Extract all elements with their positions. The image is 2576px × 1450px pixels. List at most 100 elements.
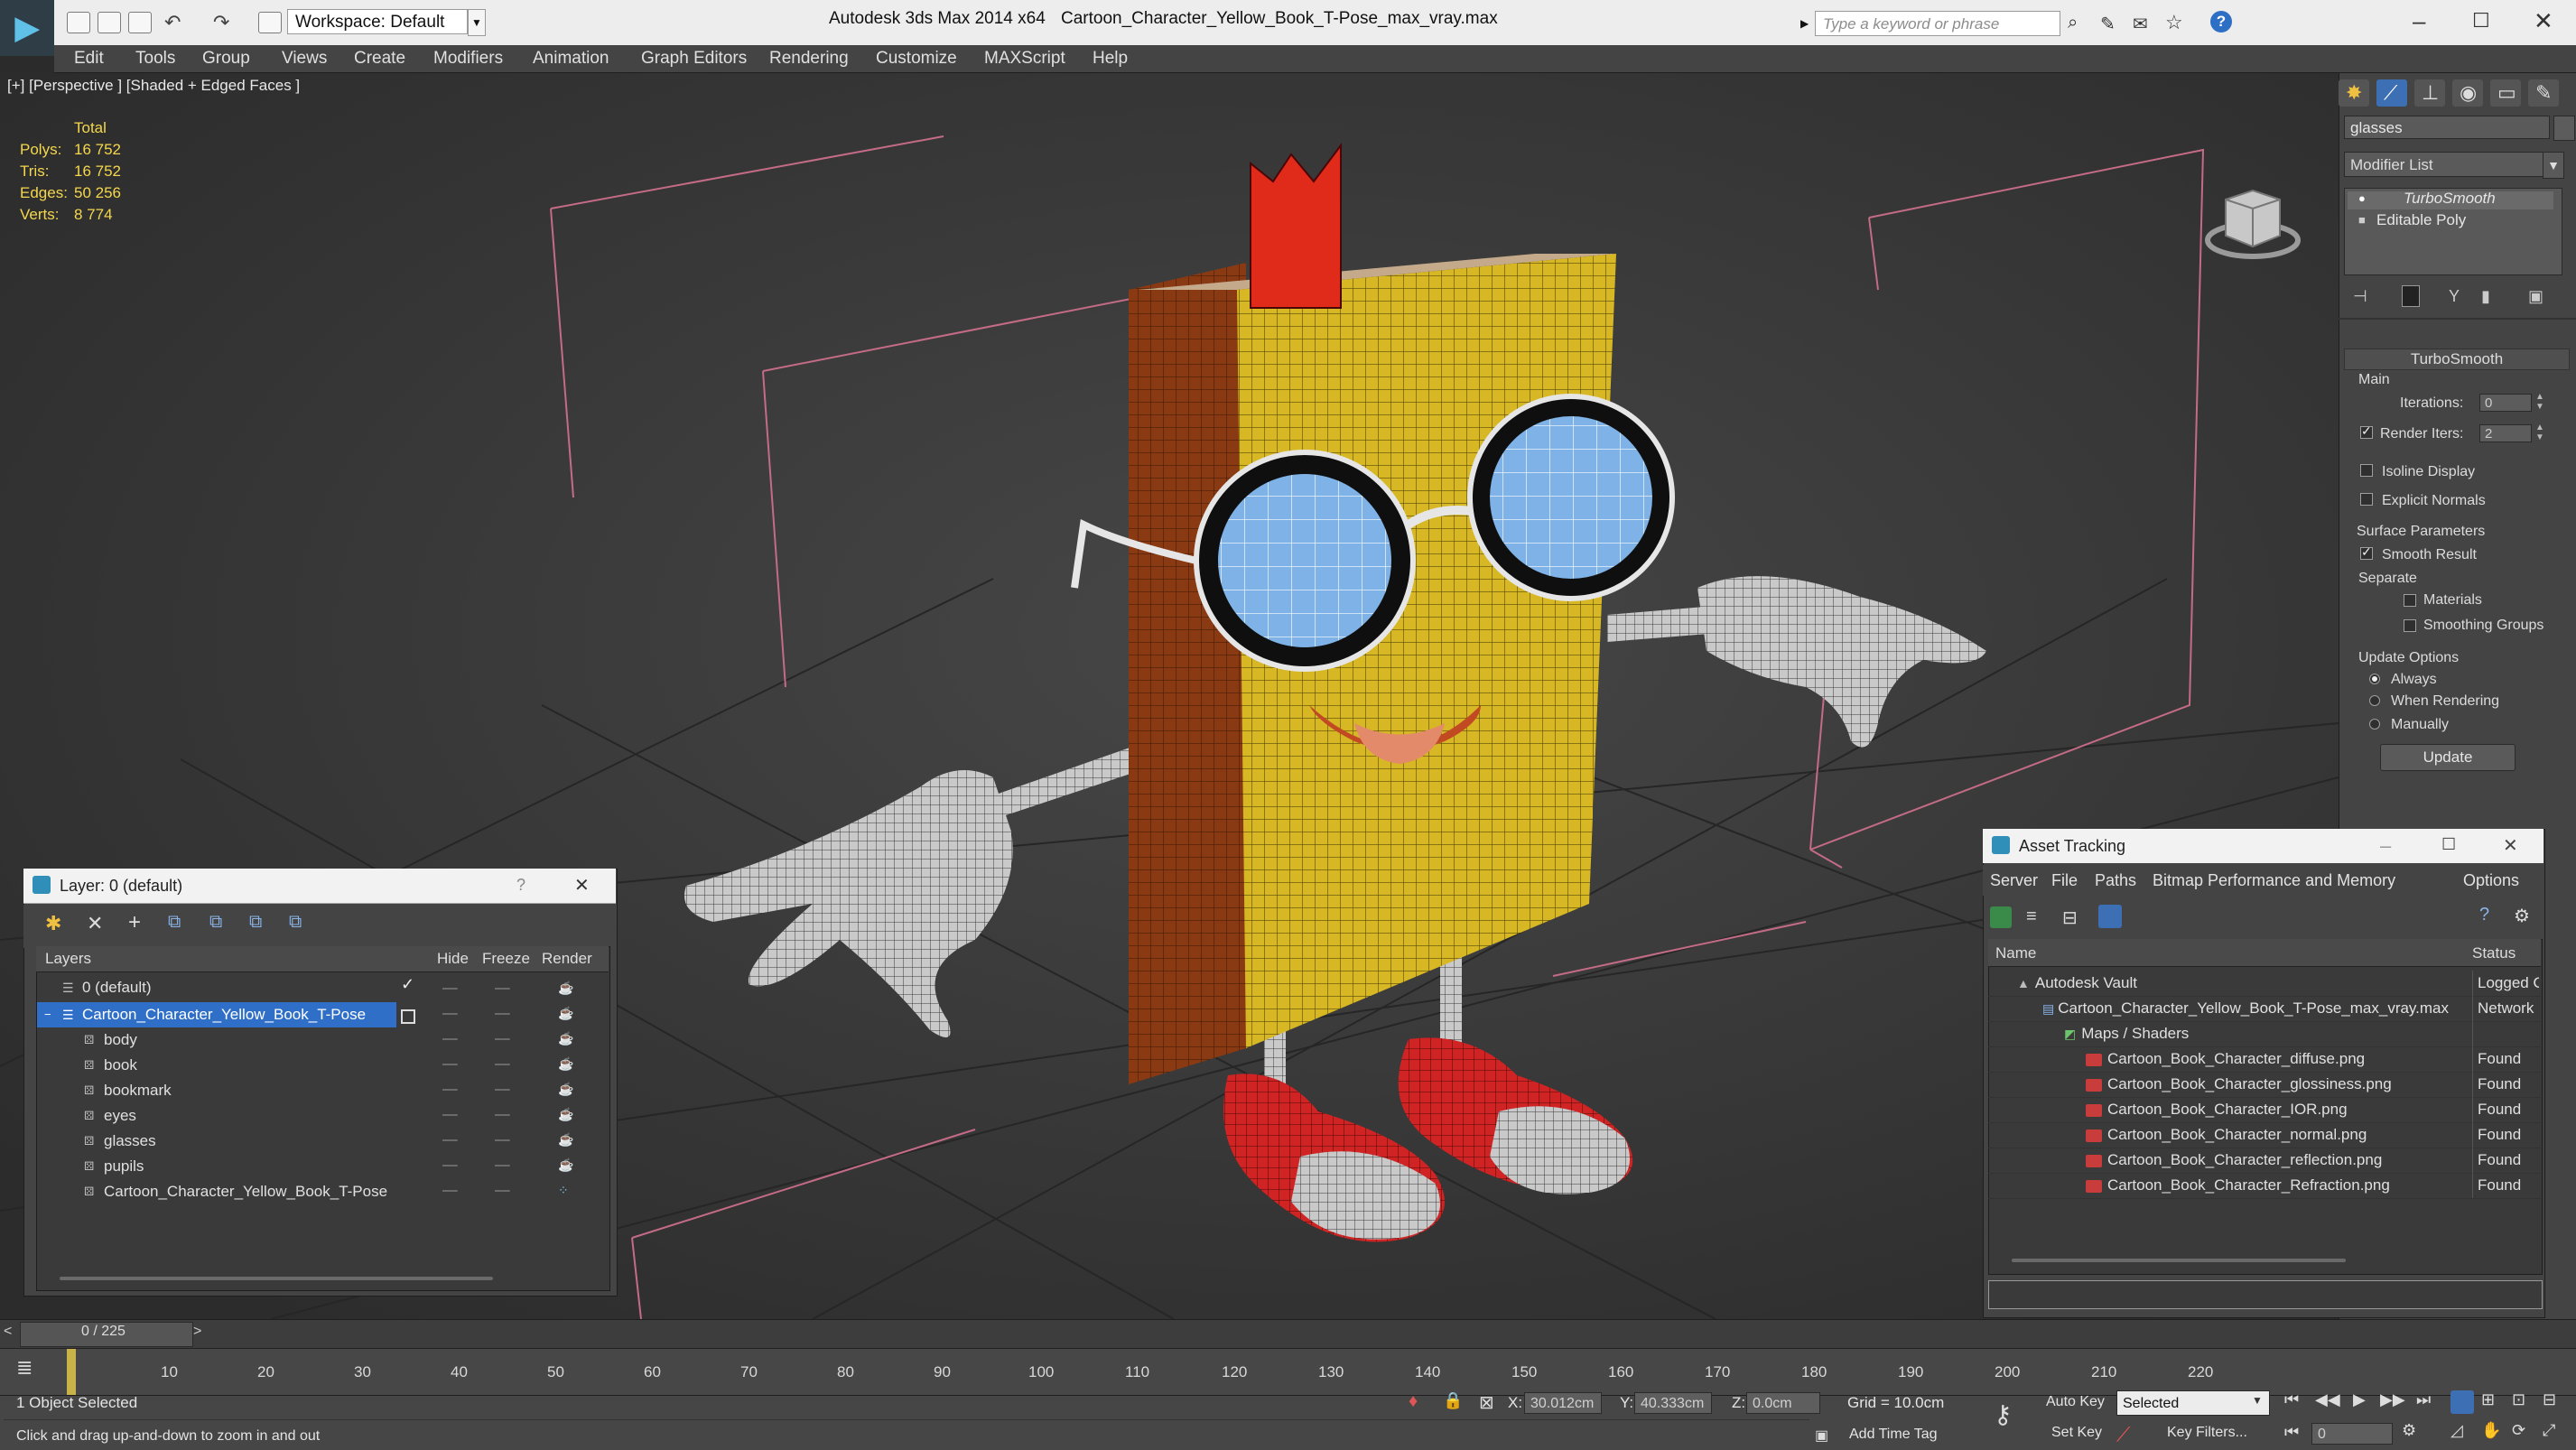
render-iters-spinner[interactable]: 2 (2479, 424, 2532, 442)
render-iters-checkbox[interactable]: ✓ (2360, 423, 2373, 439)
go-to-start-icon[interactable]: ⏮ (2284, 1390, 2299, 1409)
freeze-toggle[interactable]: –– (495, 1132, 510, 1148)
asset-row[interactable]: Cartoon_Book_Character_diffuse.png Found (1988, 1046, 2541, 1073)
menu-help[interactable]: Help (1093, 49, 1128, 69)
maximize-viewport-icon[interactable]: ⤢ (2543, 1421, 2555, 1440)
absolute-mode-icon[interactable]: ⊠ (1479, 1391, 1494, 1414)
iterations-spinner[interactable]: 0 (2479, 394, 2532, 412)
asset-maximize-icon[interactable]: ☐ (2441, 835, 2456, 854)
menu-create[interactable]: Create (354, 49, 405, 69)
workspace-dropdown-arrow-icon[interactable]: ▼ (468, 9, 486, 36)
materials-checkbox[interactable] (2404, 594, 2416, 607)
layer-row[interactable]: ⚄ eyes (37, 1103, 396, 1129)
smooth-result-checkbox[interactable]: ✓ (2360, 544, 2373, 560)
set-active-layer-icon[interactable] (401, 1009, 415, 1024)
asset-row[interactable]: ▲ Autodesk Vault Logged O (1988, 971, 2541, 997)
render-teapot-icon[interactable]: ☕ (558, 1157, 573, 1173)
render-iters-spinner-arrows-icon[interactable]: ▲ ▼ (2535, 423, 2544, 442)
hide-toggle[interactable]: –– (442, 1082, 458, 1097)
hide-toggle[interactable]: –– (442, 1157, 458, 1173)
layers-column-header[interactable]: Layers (45, 950, 91, 968)
selection-set-arrow-icon[interactable]: ▼ (2252, 1394, 2263, 1407)
asset-settings-icon[interactable]: ⚙ (2514, 905, 2530, 927)
help-icon[interactable]: ? (2210, 11, 2232, 33)
configure-modifier-sets-icon[interactable]: ▣ (2528, 287, 2543, 306)
render-teapot-icon[interactable]: ☕ (558, 1132, 573, 1148)
minimize-icon[interactable]: – (2413, 7, 2425, 35)
asset-row[interactable]: Cartoon_Book_Character_reflection.png Fo… (1988, 1148, 2541, 1174)
asset-horizontal-scrollbar[interactable] (2012, 1259, 2346, 1262)
freeze-toggle[interactable]: –– (495, 1183, 510, 1198)
app-logo-icon[interactable]: ▶ (0, 0, 54, 56)
save-file-icon[interactable] (128, 12, 152, 33)
menu-views[interactable]: Views (282, 49, 327, 69)
y-coord-field[interactable]: 40.333cm (1634, 1392, 1712, 1414)
layer-row[interactable]: ⚄ body (37, 1027, 396, 1053)
menu-customize[interactable]: Customize (876, 49, 957, 69)
asset-menu-file[interactable]: File (2051, 871, 2078, 890)
asset-tracking-titlebar[interactable]: Asset Tracking – ☐ ✕ (1983, 829, 2543, 863)
layer-close-icon[interactable]: ✕ (574, 874, 590, 897)
zoom-extents-icon[interactable]: ⊡ (2512, 1390, 2525, 1409)
field-of-view-icon[interactable]: ◿ (2450, 1421, 2463, 1440)
render-column-header[interactable]: Render (542, 950, 592, 968)
asset-row[interactable]: Cartoon_Book_Character_glossiness.png Fo… (1988, 1072, 2541, 1098)
select-layer-objects-icon[interactable]: ⧉ (168, 912, 181, 933)
explicit-normals-checkbox[interactable] (2360, 493, 2373, 506)
object-name-field[interactable]: glasses (2344, 116, 2550, 139)
communication-center-icon[interactable]: ✉ (2133, 13, 2148, 35)
create-layer-icon[interactable]: ✱ (45, 912, 61, 935)
pan-view-icon[interactable]: ✋ (2481, 1421, 2501, 1440)
hide-toggle[interactable]: –– (442, 1107, 458, 1122)
set-key-icon[interactable]: ⟋ (2116, 1423, 2130, 1446)
hide-toggle[interactable]: –– (442, 1132, 458, 1148)
layer-row[interactable]: ☰ 0 (default) (37, 975, 396, 1000)
zoom-extents-all-icon[interactable]: ⊟ (2543, 1390, 2556, 1409)
manually-radio[interactable] (2369, 719, 2380, 730)
undo-icon[interactable]: ↶ (164, 11, 181, 34)
display-tab-icon[interactable]: ▭ (2490, 79, 2521, 107)
when-rendering-radio[interactable] (2369, 695, 2380, 706)
refresh-icon[interactable] (1990, 906, 2012, 928)
object-color-swatch[interactable] (2553, 116, 2575, 141)
layer-row[interactable]: ⚄ glasses (37, 1129, 396, 1154)
render-teapot-icon[interactable]: ☕ (558, 1056, 573, 1072)
render-teapot-icon[interactable]: ☕ (558, 1107, 573, 1122)
freeze-toggle[interactable]: –– (495, 1157, 510, 1173)
time-slider-prev-icon[interactable]: < (4, 1324, 12, 1340)
asset-close-icon[interactable]: ✕ (2503, 834, 2518, 857)
add-time-tag[interactable]: Add Time Tag (1849, 1427, 1938, 1443)
orbit-icon[interactable]: ⟳ (2512, 1421, 2525, 1440)
freeze-all-layers-icon[interactable]: ⧉ (289, 912, 302, 933)
table-view-icon[interactable] (2098, 905, 2122, 928)
menu-maxscript[interactable]: MAXScript (984, 49, 1065, 69)
zoom-icon[interactable] (2450, 1390, 2474, 1414)
key-mode-icon[interactable]: ⚷ (1994, 1399, 2013, 1429)
redo-icon[interactable]: ↷ (213, 11, 229, 34)
asset-menu-bitmap-performance[interactable]: Bitmap Performance and Memory (2153, 871, 2395, 890)
layer-row[interactable]: ⚄ book (37, 1053, 396, 1078)
favorites-star-icon[interactable]: ☆ (2165, 11, 2183, 34)
asset-row[interactable]: Cartoon_Book_Character_normal.png Found (1988, 1122, 2541, 1148)
highlight-selected-icon[interactable]: ⧉ (209, 912, 222, 933)
time-tag-icon[interactable]: ▣ (1815, 1427, 1828, 1445)
key-filters-button[interactable]: Key Filters... (2167, 1425, 2247, 1441)
workspace-dropdown[interactable]: Workspace: Default (287, 9, 468, 34)
time-slider[interactable]: < > (0, 1319, 2576, 1349)
freeze-toggle[interactable]: –– (495, 1006, 510, 1021)
expand-plus-icon[interactable]: ■ (2358, 213, 2366, 227)
menu-edit[interactable]: Edit (74, 49, 104, 69)
new-file-icon[interactable] (67, 12, 90, 33)
remove-modifier-icon[interactable]: ▮ (2481, 287, 2490, 306)
render-teapot-icon[interactable]: ⁘ (558, 1183, 569, 1198)
asset-row[interactable]: Cartoon_Book_Character_Refraction.png Fo… (1988, 1173, 2541, 1199)
curve-editor-icon[interactable]: ≣ (16, 1356, 33, 1380)
modify-tab-icon[interactable]: ⟋ (2376, 79, 2407, 107)
create-tab-icon[interactable]: ✸ (2339, 79, 2369, 107)
selection-set-dropdown[interactable]: Selected (2116, 1390, 2270, 1416)
z-coord-field[interactable]: 0.0cm (1746, 1392, 1820, 1414)
detail-view-icon[interactable]: ⊟ (2062, 906, 2078, 929)
search-expand-icon[interactable]: ▶ (1800, 11, 1813, 36)
layer-row[interactable]: ⚄ pupils (37, 1154, 396, 1179)
pin-stack-icon[interactable]: ⊣ (2353, 287, 2367, 306)
